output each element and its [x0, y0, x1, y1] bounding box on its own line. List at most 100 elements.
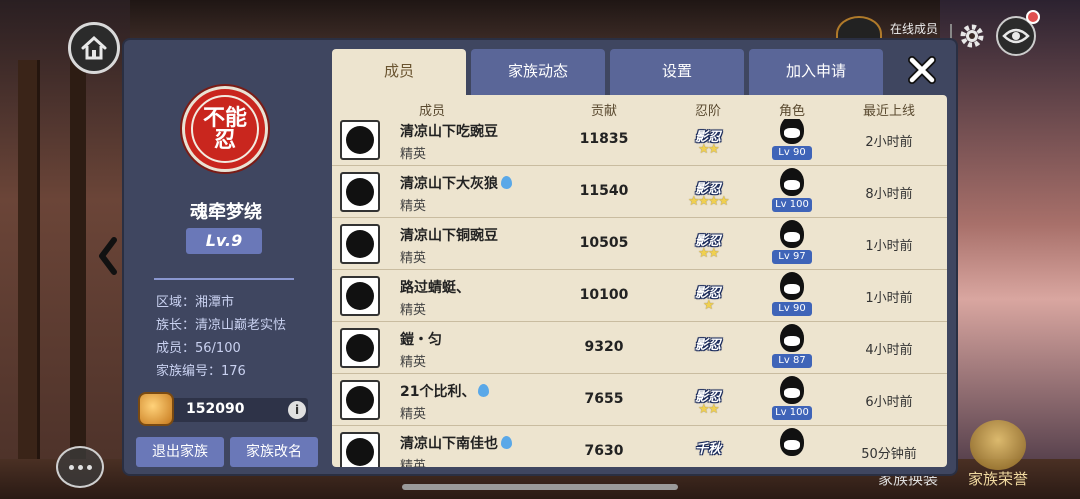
rank-badge: 影忍 ★ ★ [686, 382, 730, 418]
table-row[interactable]: 清凉山下吃豌豆 精英 11835 影忍 ★ ★ Lv 90 2小时前 [332, 119, 947, 166]
table-row[interactable]: 清凉山下大灰狼 精英 11540 影忍 ★ ★ ★ ★ Lv 100 8小时前 [332, 166, 947, 218]
level-badge: Lv 100 [772, 406, 812, 420]
tab-clan-activity[interactable]: 家族动态 [471, 49, 605, 95]
member-contribution: 7630 [584, 443, 624, 459]
clan-member-count: 成员：56/100 [156, 341, 241, 356]
avatar[interactable] [340, 328, 380, 368]
avatar-image [346, 178, 374, 206]
clan-name: 魂牵梦绕 [190, 202, 262, 223]
character-avatar[interactable]: Lv 87 [772, 324, 812, 372]
avatar-image [346, 282, 374, 310]
table-row[interactable]: 清凉山下铜豌豆 精英 10505 影忍 ★ ★ Lv 97 1小时前 [332, 218, 947, 270]
clan-funds-value: 152090 [186, 401, 245, 417]
close-icon[interactable] [904, 52, 940, 88]
rank-text: 影忍 [694, 338, 721, 353]
character-face [784, 336, 800, 346]
level-badge: Lv 90 [772, 146, 812, 160]
tab-join-requests[interactable]: 加入申请 [749, 49, 883, 95]
background-pillar [18, 60, 40, 490]
character-avatar[interactable]: Lv 100 [772, 376, 812, 424]
clan-level-badge: Lv.9 [186, 228, 262, 254]
table-row[interactable]: 鎧・匀 精英 9320 影忍 Lv 87 4小时前 [332, 322, 947, 374]
member-name-text: 鎧・匀 [400, 332, 442, 348]
member-contribution: 7655 [584, 391, 624, 407]
level-badge: Lv 97 [772, 250, 812, 264]
avatar-image [346, 438, 374, 466]
member-name: 清凉山下南佳也 [400, 433, 512, 453]
water-drop-icon [501, 176, 512, 189]
tab-members[interactable]: 成员 [332, 49, 466, 95]
info-icon[interactable]: i [288, 401, 306, 419]
divider [154, 278, 294, 280]
member-name: 21个比利、 [400, 381, 490, 401]
level-badge: Lv 87 [772, 354, 812, 368]
online-members-label: 在线成员 [890, 22, 939, 36]
member-contribution: 11540 [579, 183, 629, 199]
character-face [784, 128, 800, 138]
chat-button[interactable] [56, 446, 104, 488]
member-last-online: 1小时前 [865, 239, 913, 254]
water-drop-icon [478, 384, 490, 397]
header-rank: 忍阶 [694, 104, 721, 119]
member-name: 清凉山下大灰狼 [400, 173, 512, 193]
member-role: 精英 [400, 147, 427, 162]
member-contribution: 9320 [584, 339, 624, 355]
avatar[interactable] [340, 224, 380, 264]
home-indicator[interactable] [402, 484, 678, 490]
members-list[interactable]: 清凉山下吃豌豆 精英 11835 影忍 ★ ★ Lv 90 2小时前 清凉山下大灰狼 精英 1154… [332, 119, 947, 467]
member-name-text: 路过蜻蜓、 [400, 280, 470, 296]
trophy-icon[interactable] [970, 420, 1026, 470]
background-pillar [70, 40, 86, 480]
rename-clan-button[interactable]: 家族改名 [230, 437, 318, 467]
member-name-text: 清凉山下大灰狼 [400, 176, 498, 192]
level-badge: Lv 100 [772, 198, 812, 212]
character-avatar[interactable]: Lv 100 [772, 168, 812, 216]
table-header: 成员 贡献 忍阶 角色 最近上线 [332, 95, 947, 119]
member-name-text: 清凉山下吃豌豆 [400, 124, 498, 140]
clan-leader: 族长：清凉山巅老实怯 [156, 318, 287, 333]
member-name-text: 清凉山下铜豌豆 [400, 228, 498, 244]
character-avatar[interactable] [772, 428, 812, 467]
clan-honor-label[interactable]: 家族荣誉 [968, 468, 1028, 489]
tab-settings[interactable]: 设置 [610, 49, 744, 95]
table-row[interactable]: 21个比利、 精英 7655 影忍 ★ ★ Lv 100 6小时前 [332, 374, 947, 426]
character-face [784, 388, 800, 398]
rank-badge: 影忍 ★ ★ ★ ★ [686, 174, 730, 210]
star-icon: ★ [703, 298, 715, 313]
notification-dot [1026, 10, 1040, 24]
members-table: 成员 贡献 忍阶 角色 最近上线 清凉山下吃豌豆 精英 11835 影忍 ★ ★ Lv 90… [332, 95, 947, 467]
member-name-text: 清凉山下南佳也 [400, 436, 498, 452]
character-face [784, 284, 800, 294]
table-row[interactable]: 路过蜻蜓、 精英 10100 影忍 ★ Lv 90 1小时前 [332, 270, 947, 322]
chat-icon [77, 464, 83, 470]
header-last-online: 最近上线 [862, 104, 915, 119]
character-face [784, 232, 800, 242]
level-badge: Lv 90 [772, 302, 812, 316]
avatar-image [346, 386, 374, 414]
rank-badge: 影忍 ★ [686, 278, 730, 314]
avatar[interactable] [340, 380, 380, 420]
settings-button[interactable] [956, 20, 988, 52]
leave-clan-button[interactable]: 退出家族 [136, 437, 224, 467]
avatar-image [346, 230, 374, 258]
water-drop-icon [501, 436, 512, 449]
table-row[interactable]: 清凉山下南佳也 精英 7630 千秋 50分钟前 [332, 426, 947, 467]
avatar[interactable] [340, 276, 380, 316]
clan-emblem-text: 不能忍 [191, 95, 259, 163]
gear-icon [960, 24, 984, 48]
character-avatar[interactable]: Lv 90 [772, 272, 812, 320]
member-role: 精英 [400, 407, 427, 422]
avatar[interactable] [340, 432, 380, 467]
clan-region: 区域：湘潭市 [156, 295, 235, 310]
chevron-left-icon[interactable] [96, 236, 120, 276]
member-last-online: 2小时前 [865, 135, 913, 150]
character-avatar[interactable]: Lv 97 [772, 220, 812, 268]
avatar[interactable] [340, 120, 380, 160]
star-icon: ★ [708, 246, 720, 261]
home-button[interactable] [68, 22, 120, 74]
eye-icon [1002, 28, 1030, 44]
member-contribution: 10100 [579, 287, 629, 303]
character-avatar[interactable]: Lv 90 [772, 119, 812, 164]
clan-panel: 不能忍 魂牵梦绕 Lv.9 区域：湘潭市 族长：清凉山巅老实怯 成员：56/10… [124, 40, 956, 474]
avatar[interactable] [340, 172, 380, 212]
